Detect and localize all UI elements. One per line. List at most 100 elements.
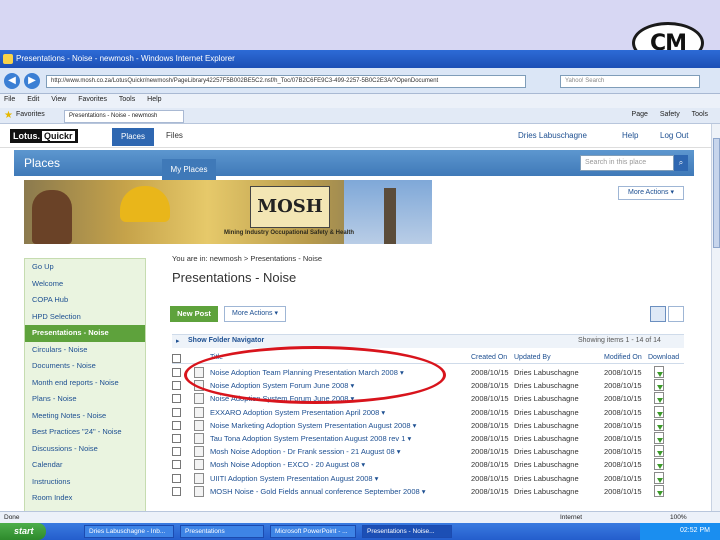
row-checkbox[interactable] xyxy=(172,447,181,457)
detail-view-icon[interactable] xyxy=(668,306,684,322)
menu-view[interactable]: View xyxy=(51,96,66,103)
updated-by[interactable]: Dries Labuschagne xyxy=(514,487,579,496)
sidebar-item-hpd-selection[interactable]: HPD Selection xyxy=(25,309,145,326)
scrollbar-thumb[interactable] xyxy=(713,138,720,248)
row-checkbox[interactable] xyxy=(172,407,181,417)
document-title-link[interactable]: MOSH Noise - Gold Fields annual conferen… xyxy=(210,487,426,496)
sidebar-item-documents-noise[interactable]: Documents - Noise xyxy=(25,358,145,375)
page-menu[interactable]: Page xyxy=(632,111,648,118)
page-scrollbar[interactable] xyxy=(711,124,720,511)
updated-by[interactable]: Dries Labuschagne xyxy=(514,447,579,456)
sidebar-item-calendar[interactable]: Calendar xyxy=(25,457,145,474)
clock: 02:52 PM xyxy=(680,527,710,534)
zoom-level[interactable]: 100% xyxy=(670,514,687,521)
row-checkbox[interactable] xyxy=(172,381,181,391)
select-all-checkbox[interactable] xyxy=(172,354,181,363)
row-checkbox[interactable] xyxy=(172,420,181,430)
document-title-link[interactable]: Mosh Noise Adoption - EXCO - 20 August 0… xyxy=(210,460,365,469)
sidebar-item-circulars-noise[interactable]: Circulars - Noise xyxy=(25,342,145,359)
row-checkbox[interactable] xyxy=(172,394,181,404)
sidebar-item-room-index[interactable]: Room Index xyxy=(25,490,145,507)
tools-menu[interactable]: Tools xyxy=(692,111,708,118)
logout-link[interactable]: Log Out xyxy=(660,131,688,140)
download-icon[interactable] xyxy=(654,471,664,484)
document-icon xyxy=(194,432,204,444)
expand-arrow-icon[interactable]: ▸ xyxy=(176,337,180,345)
col-modified[interactable]: Modified On xyxy=(604,354,642,361)
updated-by[interactable]: Dries Labuschagne xyxy=(514,381,579,390)
row-checkbox[interactable] xyxy=(172,473,181,483)
sidebar-item-go-up[interactable]: Go Up xyxy=(25,259,145,276)
created-date: 2008/10/15 xyxy=(471,486,509,496)
user-name-link[interactable]: Dries Labuschagne xyxy=(518,131,587,140)
download-icon[interactable] xyxy=(654,458,664,471)
sidebar-item-welcome[interactable]: Welcome xyxy=(25,276,145,293)
menu-edit[interactable]: Edit xyxy=(27,96,39,103)
start-button[interactable]: start xyxy=(0,523,46,540)
tab-places[interactable]: Places xyxy=(112,128,154,146)
tab-my-places[interactable]: My Places xyxy=(162,159,216,181)
favorites-label[interactable]: Favorites xyxy=(16,111,45,118)
document-title-link[interactable]: EXXARO Adoption System Presentation Apri… xyxy=(210,408,385,417)
document-title-link[interactable]: Tau Tona Adoption System Presentation Au… xyxy=(210,434,411,443)
place-search-input[interactable]: Search in this place xyxy=(580,155,674,171)
sidebar-item-copa-hub[interactable]: COPA Hub xyxy=(25,292,145,309)
sidebar-item-best-practices[interactable]: Best Practices "24" - Noise xyxy=(25,424,145,441)
back-arrow-icon[interactable]: ◀ xyxy=(4,73,20,89)
place-more-actions-button[interactable]: More Actions ▾ xyxy=(618,186,684,200)
download-icon[interactable] xyxy=(654,392,664,405)
favorites-star-icon[interactable]: ★ xyxy=(4,110,13,121)
download-icon[interactable] xyxy=(654,366,664,378)
row-checkbox[interactable] xyxy=(172,486,181,496)
tab-files[interactable]: Files xyxy=(166,131,183,140)
list-view-icon[interactable] xyxy=(650,306,666,322)
updated-by[interactable]: Dries Labuschagne xyxy=(514,474,579,483)
help-link[interactable]: Help xyxy=(622,131,638,140)
menu-help[interactable]: Help xyxy=(147,96,161,103)
menu-file[interactable]: File xyxy=(4,96,15,103)
sidebar-item-plans-noise[interactable]: Plans - Noise xyxy=(25,391,145,408)
row-checkbox[interactable] xyxy=(172,433,181,443)
sidebar-item-month-end-reports[interactable]: Month end reports - Noise xyxy=(25,375,145,392)
task-powerpoint[interactable]: Microsoft PowerPoint - ... xyxy=(270,525,356,538)
updated-by[interactable]: Dries Labuschagne xyxy=(514,421,579,430)
document-title-link[interactable]: Mosh Noise Adoption - Dr Frank session -… xyxy=(210,447,401,456)
download-icon[interactable] xyxy=(654,379,664,392)
browser-title: Presentations - Noise - newmosh - Window… xyxy=(16,54,235,63)
menu-tools[interactable]: Tools xyxy=(119,96,135,103)
show-folder-navigator-link[interactable]: Show Folder Navigator xyxy=(188,337,264,344)
download-icon[interactable] xyxy=(654,418,664,431)
task-outlook[interactable]: Dries Labuschagne - Inb... xyxy=(84,525,174,538)
col-created[interactable]: Created On xyxy=(471,354,507,361)
sidebar-item-presentations-noise[interactable]: Presentations - Noise xyxy=(25,325,145,342)
updated-by[interactable]: Dries Labuschagne xyxy=(514,408,579,417)
task-ie-presentations[interactable]: Presentations - Noise... xyxy=(362,525,452,538)
browser-tab[interactable]: Presentations - Noise - newmosh xyxy=(64,110,184,123)
forward-arrow-icon[interactable]: ▶ xyxy=(24,73,40,89)
address-bar[interactable]: http://www.mosh.co.za/LotusQuickr/newmos… xyxy=(46,75,526,88)
document-title-link[interactable]: UIITI Adoption System Presentation Augus… xyxy=(210,474,378,483)
new-post-button[interactable]: New Post xyxy=(170,306,218,322)
safety-menu[interactable]: Safety xyxy=(660,111,680,118)
download-icon[interactable] xyxy=(654,484,664,497)
updated-by[interactable]: Dries Labuschagne xyxy=(514,394,579,403)
sidebar-item-instructions[interactable]: Instructions xyxy=(25,474,145,491)
updated-by[interactable]: Dries Labuschagne xyxy=(514,368,579,377)
download-icon[interactable] xyxy=(654,405,664,418)
col-updated-by[interactable]: Updated By xyxy=(514,354,551,361)
updated-by[interactable]: Dries Labuschagne xyxy=(514,460,579,469)
updated-by[interactable]: Dries Labuschagne xyxy=(514,434,579,443)
browser-search-input[interactable]: Yahoo! Search xyxy=(560,75,700,88)
document-title-link[interactable]: Noise Marketing Adoption System Presenta… xyxy=(210,421,416,430)
download-icon[interactable] xyxy=(654,445,664,458)
sidebar-item-discussions[interactable]: Discussions - Noise xyxy=(25,441,145,458)
row-checkbox[interactable] xyxy=(172,460,181,470)
sidebar-item-meeting-notes[interactable]: Meeting Notes - Noise xyxy=(25,408,145,425)
task-presentations-folder[interactable]: Presentations xyxy=(180,525,264,538)
menu-favorites[interactable]: Favorites xyxy=(78,96,107,103)
download-icon[interactable] xyxy=(654,431,664,444)
search-icon[interactable]: ⌕ xyxy=(674,155,688,171)
more-actions-button[interactable]: More Actions ▾ xyxy=(224,306,286,322)
row-checkbox[interactable] xyxy=(172,368,181,377)
table-row: EXXARO Adoption System Presentation Apri… xyxy=(172,405,684,419)
